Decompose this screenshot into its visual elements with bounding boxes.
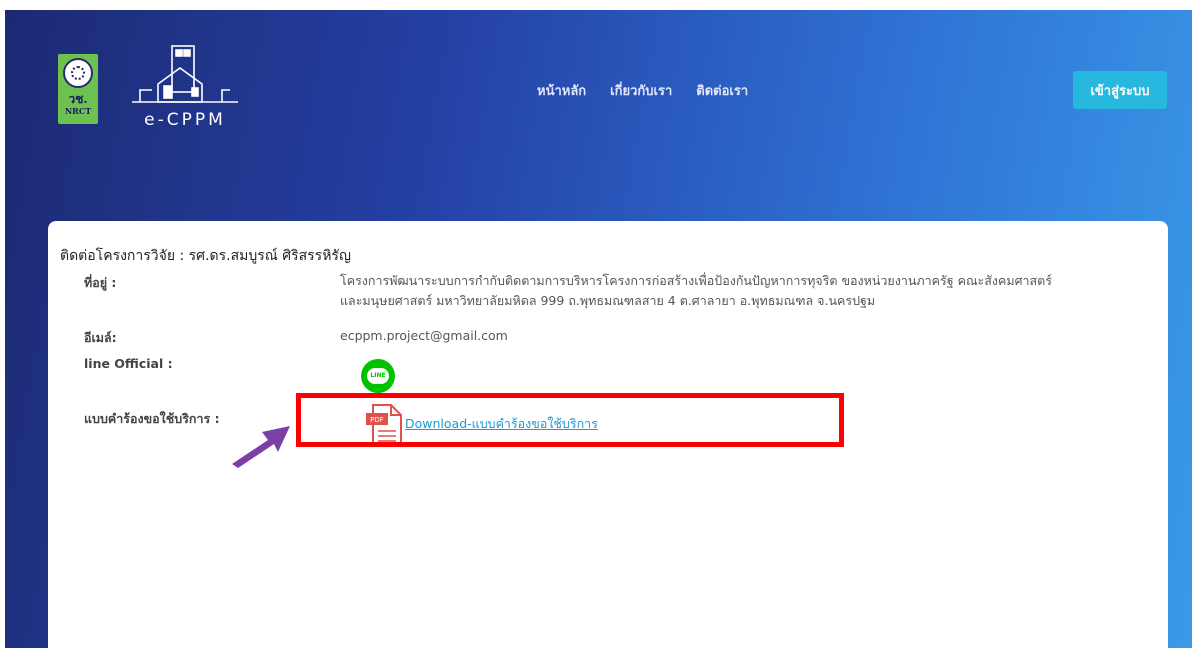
seal-icon xyxy=(63,58,93,88)
highlight-annotation xyxy=(296,393,844,447)
login-button[interactable]: เข้าสู่ระบบ xyxy=(1073,71,1167,109)
ecppm-logo[interactable]: e-CPPM xyxy=(130,44,240,134)
purple-arrow-icon xyxy=(232,426,290,468)
address-label: ที่อยู่ : xyxy=(84,275,117,290)
line-icon-bubble: LINE xyxy=(367,368,389,384)
nrct-logo-thai: วช. xyxy=(68,92,88,106)
address-line-2: และมนุษยศาสตร์ มหาวิทยาลัยมหิดล 999 ถ.พุ… xyxy=(340,293,876,308)
building-icon xyxy=(132,45,238,103)
main-nav: หน้าหลัก เกี่ยวกับเรา ติดต่อเรา xyxy=(537,80,748,101)
page-title: ติดต่อโครงการวิจัย : รศ.ดร.สมบูรณ์ ศิริส… xyxy=(60,248,351,264)
brand-wordmark: e-CPPM xyxy=(144,110,226,130)
nrct-logo: วช. NRCT xyxy=(58,54,98,124)
address-line-1: โครงการพัฒนาระบบการกำกับติดตามการบริหารโ… xyxy=(340,273,1053,288)
email-value: ecppm.project@gmail.com xyxy=(340,328,508,343)
nav-home[interactable]: หน้าหลัก xyxy=(537,80,586,101)
address-value: โครงการพัฒนาระบบการกำกับติดตามการบริหารโ… xyxy=(340,271,1052,311)
email-label: อีเมล์: xyxy=(84,330,117,345)
nrct-logo-en: NRCT xyxy=(64,106,92,116)
nav-contact[interactable]: ติดต่อเรา xyxy=(696,80,748,101)
line-icon[interactable]: LINE xyxy=(361,359,395,393)
form-label: แบบคำร้องขอใช้บริการ : xyxy=(84,411,220,426)
nav-about[interactable]: เกี่ยวกับเรา xyxy=(610,80,672,101)
line-label: line Official : xyxy=(84,356,173,371)
